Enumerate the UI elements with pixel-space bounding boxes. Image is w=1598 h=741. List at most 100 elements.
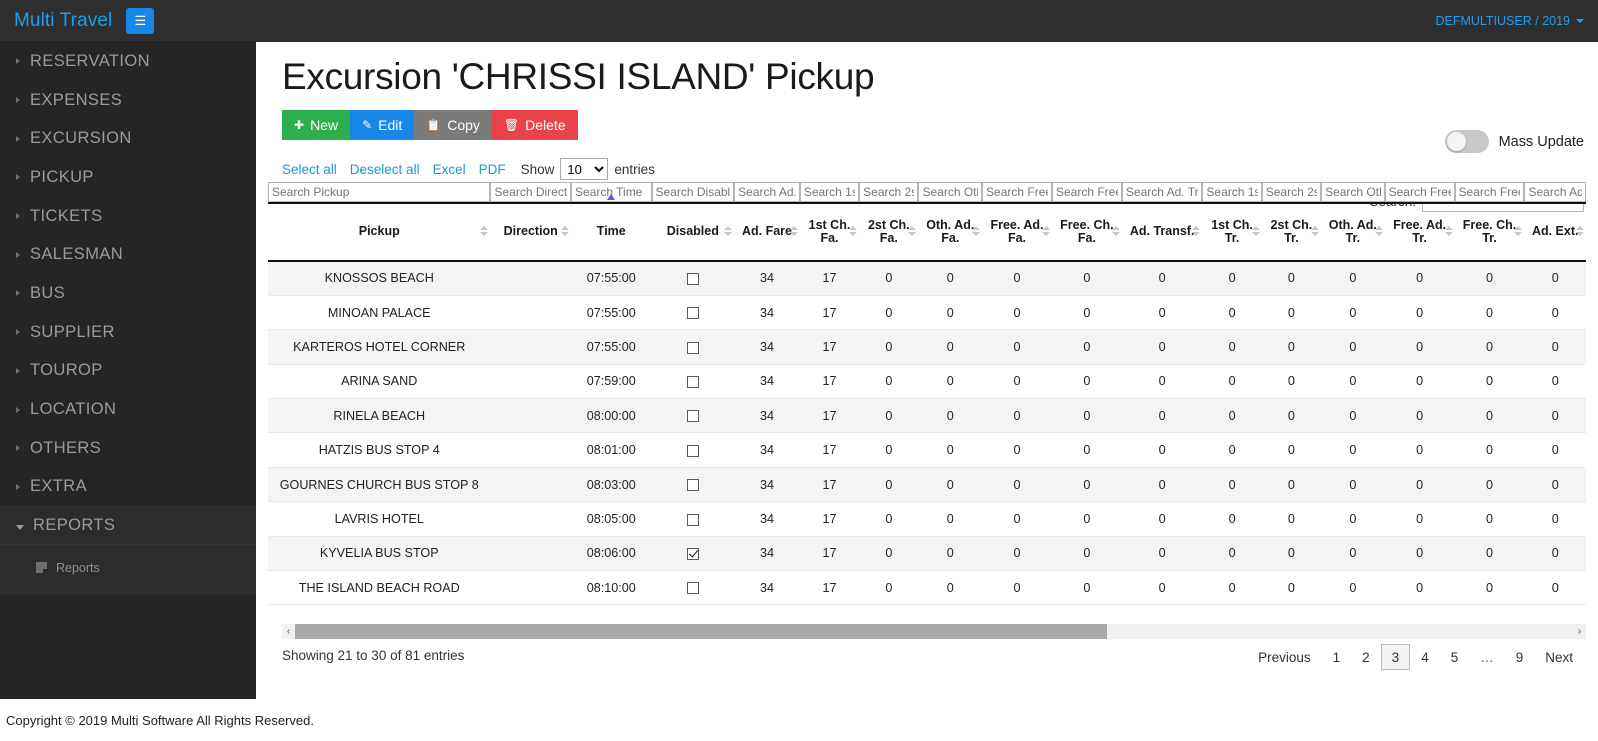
- table-row[interactable]: KNOSSOS BEACH 07:55:00 34 17 0 0 0 0 0 0 0 0 0 0 0: [268, 261, 1586, 296]
- entries-select[interactable]: 102550100: [560, 158, 609, 180]
- sort-icon[interactable]: [1576, 226, 1584, 238]
- sidebar-item-extra[interactable]: EXTRA: [0, 468, 256, 507]
- hamburger-icon[interactable]: ☰: [126, 7, 155, 34]
- page-button-next[interactable]: Next: [1534, 644, 1584, 670]
- table-row[interactable]: KARTEROS HOTEL CORNER 07:55:00 34 17 0 0 0 0 0 0 0…: [268, 329, 1586, 365]
- copy-button[interactable]: 📋 Copy: [414, 110, 492, 140]
- column-filter-input-12[interactable]: [1261, 182, 1322, 202]
- column-filter-input-15[interactable]: [1454, 182, 1525, 202]
- table-row[interactable]: ARINA SAND 07:59:00 34 17 0 0 0 0 0 0 0 0 0 0 0: [268, 364, 1586, 400]
- column-filter-input-6[interactable]: [859, 182, 919, 202]
- scrollbar-track[interactable]: [295, 624, 1573, 639]
- edit-button[interactable]: ✎ Edit: [350, 110, 415, 140]
- column-filter-input-13[interactable]: [1321, 182, 1385, 202]
- column-header-1[interactable]: Direction: [490, 202, 571, 262]
- column-filter-input-8[interactable]: [982, 182, 1052, 202]
- page-button-4[interactable]: 4: [1410, 644, 1440, 670]
- sort-icon[interactable]: [1374, 226, 1383, 238]
- sort-icon[interactable]: [724, 226, 733, 238]
- sidebar-item-expenses[interactable]: EXPENSES: [0, 81, 256, 120]
- new-button[interactable]: ✚ New: [282, 110, 351, 140]
- disabled-checkbox[interactable]: [686, 547, 699, 560]
- table-row[interactable]: RINELA BEACH 08:00:00 34 17 0 0 0 0 0 0 0 0 0 0 0: [268, 398, 1586, 434]
- table-row[interactable]: GOURNES CHURCH BUS STOP 8 08:03:00 34 17 0 0 0…: [268, 467, 1586, 503]
- sort-icon[interactable]: [561, 226, 569, 238]
- column-filter-input-4[interactable]: [734, 182, 800, 202]
- column-header-2[interactable]: Time: [571, 194, 652, 262]
- sort-icon[interactable]: [1251, 226, 1260, 238]
- disabled-checkbox[interactable]: [686, 410, 699, 423]
- column-filter-input-7[interactable]: [918, 182, 983, 202]
- column-filter-input-10[interactable]: [1121, 182, 1203, 202]
- column-header-13[interactable]: Oth. Ad. Tr.: [1321, 202, 1385, 262]
- scrollbar-thumb[interactable]: [295, 624, 1107, 639]
- sort-icon[interactable]: [1444, 226, 1453, 238]
- column-header-14[interactable]: Free. Ad. Tr.: [1384, 202, 1455, 262]
- column-header-7[interactable]: Oth. Ad. Fa.: [918, 202, 983, 262]
- sidebar-item-bus[interactable]: BUS: [0, 274, 256, 313]
- column-header-6[interactable]: 2st Ch. Fa.: [859, 202, 919, 262]
- column-filter-input-1[interactable]: [490, 182, 571, 202]
- excel-export-link[interactable]: Excel: [433, 162, 466, 177]
- disabled-checkbox[interactable]: [686, 479, 699, 492]
- user-menu[interactable]: DEFMULTIUSER / 2019: [1435, 14, 1584, 28]
- table-row[interactable]: LAVRIS HOTEL 08:05:00 34 17 0 0 0 0 0 0 0 0 0 0 0: [268, 501, 1586, 537]
- sidebar-item-salesman[interactable]: SALESMAN: [0, 235, 256, 274]
- sidebar-item-others[interactable]: OTHERS: [0, 429, 256, 468]
- column-filter-input-0[interactable]: [268, 182, 491, 202]
- sort-icon[interactable]: [480, 226, 489, 238]
- sidebar-item-pickup[interactable]: PICKUP: [0, 158, 256, 197]
- sidebar-item-tourop[interactable]: TOUROP: [0, 352, 256, 391]
- column-filter-input-16[interactable]: [1524, 182, 1586, 202]
- column-filter-input-9[interactable]: [1051, 182, 1122, 202]
- page-button-previous[interactable]: Previous: [1247, 644, 1322, 670]
- scroll-left-arrow[interactable]: ‹: [282, 626, 295, 637]
- table-row[interactable]: THE ISLAND BEACH ROAD 08:10:00 34 17 0 0 0 0 0 0 0…: [268, 570, 1586, 606]
- sidebar-subitem-reports[interactable]: Reports: [0, 555, 256, 581]
- column-header-5[interactable]: 1st Ch. Fa.: [799, 202, 860, 262]
- column-header-10[interactable]: Ad. Transf.: [1121, 202, 1203, 262]
- delete-button[interactable]: 🗑 Delete: [491, 110, 578, 140]
- scroll-right-arrow[interactable]: ›: [1573, 626, 1586, 637]
- page-button-3[interactable]: 3: [1380, 644, 1411, 670]
- table-row[interactable]: KYVELIA BUS STOP 08:06:00 34 17 0 0 0 0 0 0 0 0 0 0 0: [268, 536, 1586, 572]
- mass-update-toggle[interactable]: [1444, 130, 1489, 153]
- column-filter-input-11[interactable]: [1202, 182, 1262, 202]
- disabled-checkbox[interactable]: [686, 307, 699, 320]
- column-header-8[interactable]: Free. Ad. Fa.: [982, 202, 1052, 262]
- page-button-9[interactable]: 9: [1505, 644, 1535, 670]
- page-button-5[interactable]: 5: [1440, 644, 1470, 670]
- pdf-export-link[interactable]: PDF: [479, 162, 506, 177]
- sort-icon[interactable]: [1111, 226, 1120, 238]
- column-header-3[interactable]: Disabled: [651, 202, 735, 262]
- sidebar-item-excursion[interactable]: EXCURSION: [0, 119, 256, 158]
- select-all-link[interactable]: Select all: [282, 162, 337, 177]
- sort-icon[interactable]: [972, 226, 981, 238]
- column-header-11[interactable]: 1st Ch. Tr.: [1202, 202, 1262, 262]
- sort-icon[interactable]: [1192, 226, 1201, 238]
- column-header-12[interactable]: 2st Ch. Tr.: [1261, 202, 1322, 262]
- sort-icon[interactable]: [1311, 226, 1320, 238]
- disabled-checkbox[interactable]: [686, 273, 699, 286]
- disabled-checkbox[interactable]: [686, 582, 699, 595]
- sidebar-item-reports[interactable]: REPORTS: [0, 506, 256, 545]
- sort-icon[interactable]: [908, 226, 917, 238]
- sidebar-item-reservation[interactable]: RESERVATION: [0, 42, 256, 81]
- column-filter-input-14[interactable]: [1384, 182, 1455, 202]
- sidebar-item-supplier[interactable]: SUPPLIER: [0, 313, 256, 352]
- sidebar-item-tickets[interactable]: TICKETS: [0, 197, 256, 236]
- column-header-0[interactable]: Pickup: [268, 202, 491, 262]
- column-header-4[interactable]: Ad. Fare: [734, 202, 800, 262]
- sort-icon[interactable]: [1514, 226, 1523, 238]
- sort-icon[interactable]: [789, 226, 798, 238]
- column-header-9[interactable]: Free. Ch. Fa.: [1051, 202, 1122, 262]
- column-header-15[interactable]: Free. Ch. Tr.: [1454, 202, 1525, 262]
- column-filter-input-5[interactable]: [799, 182, 860, 202]
- page-button-1[interactable]: 1: [1322, 644, 1352, 670]
- deselect-all-link[interactable]: Deselect all: [350, 162, 420, 177]
- page-button-2[interactable]: 2: [1351, 644, 1381, 670]
- sidebar-item-location[interactable]: LOCATION: [0, 390, 256, 429]
- brand-logo[interactable]: Multi Travel: [0, 10, 112, 32]
- disabled-checkbox[interactable]: [686, 444, 699, 457]
- disabled-checkbox[interactable]: [686, 513, 699, 526]
